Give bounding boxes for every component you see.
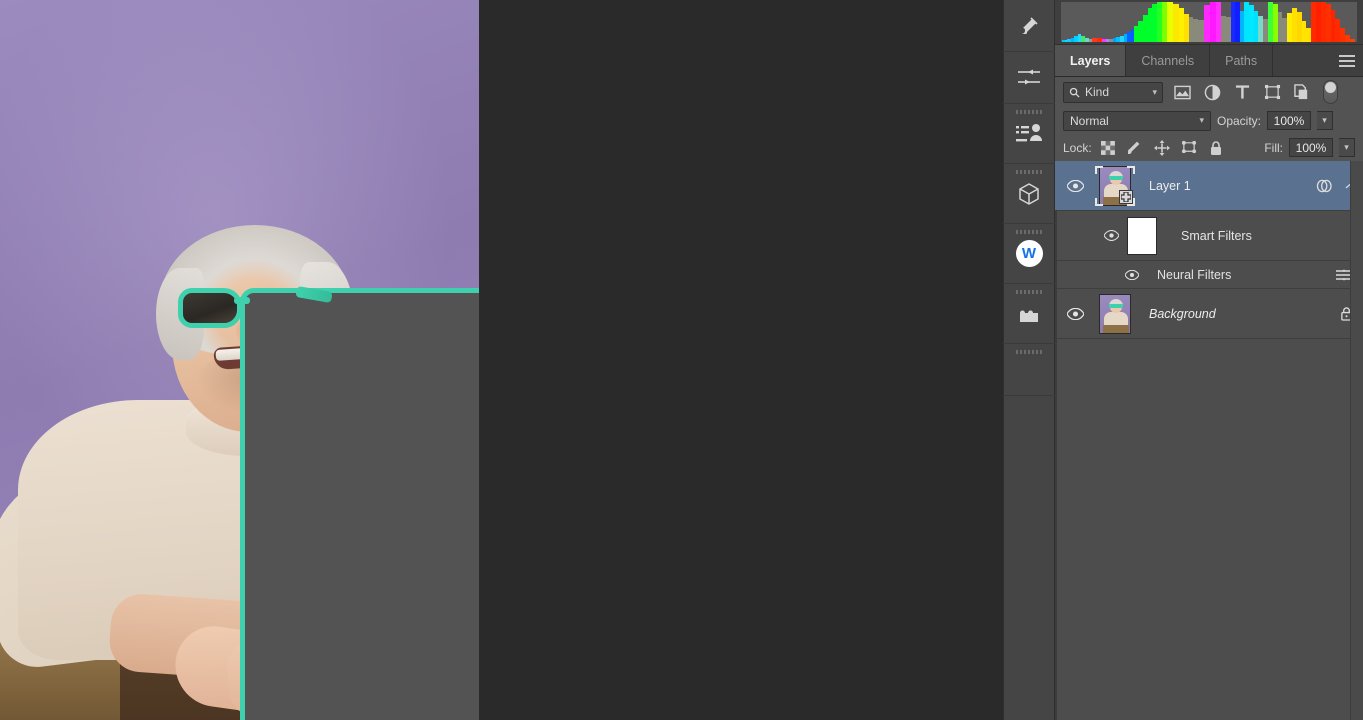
brush-presets-icon [1016,67,1042,89]
photoshop-window: W Layers Channels Paths Kind ▾ Normal ▾ … [0,0,1363,720]
smart-filters-mask-thumbnail[interactable] [1127,216,1157,255]
smart-object-badge-icon [1119,189,1133,204]
layers-list[interactable]: Layer 1 Smart Filters Neural Filters Bac… [1055,161,1363,720]
layer-thumbnail-background[interactable] [1095,293,1135,334]
layer-name-layer-1[interactable]: Layer 1 [1135,179,1311,193]
opacity-stepper-chevron-icon[interactable]: ▾ [1317,111,1334,130]
smart-filters-visibility-toggle[interactable] [1055,230,1127,241]
chevron-down-icon: ▾ [1152,86,1157,97]
canvas-area[interactable] [0,0,1003,720]
opacity-input[interactable]: 100% [1267,111,1312,130]
table-row[interactable]: Layer 1 [1055,161,1363,211]
portrait-figure [0,0,479,720]
sunglasses-left-lens [178,288,242,328]
histogram-bar [1349,38,1355,42]
chevron-down-icon: ▾ [1199,115,1204,125]
blend-mode-value: Normal [1070,113,1109,128]
list-item[interactable]: Neural Filters [1055,261,1363,289]
lock-position-icon[interactable] [1152,137,1173,158]
histogram-panel[interactable] [1055,0,1363,45]
sunglasses-bridge [234,297,250,304]
smart-filters-label: Smart Filters [1181,228,1252,243]
hamburger-menu-icon[interactable] [1339,54,1355,67]
filter-smart-object-icon[interactable] [1291,81,1313,103]
layer-name-background[interactable]: Background [1135,307,1329,321]
filter-kind-select[interactable]: Kind ▾ [1063,81,1163,103]
eye-icon [1066,179,1084,192]
neural-filters-label: Neural Filters [1157,267,1232,282]
sidebar-item-brushes[interactable] [1003,52,1055,104]
sunglasses [178,283,479,720]
sunglasses-right-lens [240,288,479,720]
layers-scrollbar[interactable] [1350,161,1363,720]
neural-filters-visibility-toggle[interactable] [1055,269,1147,280]
table-row[interactable]: Background [1055,289,1363,339]
layer-visibility-toggle-layer-1[interactable] [1055,179,1095,192]
filter-pixel-icon[interactable] [1171,81,1193,103]
eye-icon [1125,269,1139,280]
clone-source-icon [1015,122,1043,146]
layer-filter-row[interactable]: Kind ▾ [1055,77,1363,107]
fill-stepper-chevron-icon[interactable]: ▾ [1339,138,1355,157]
brush-settings-icon [1017,14,1041,38]
filter-type-icon[interactable] [1231,81,1253,103]
blend-mode-row[interactable]: Normal ▾ Opacity: 100% ▾ [1055,107,1363,134]
filter-adjustment-icon[interactable] [1201,81,1223,103]
lock-row[interactable]: Lock: Fill: 100% ▾ [1055,134,1363,161]
blend-mode-select[interactable]: Normal ▾ [1063,110,1211,131]
fill-label: Fill: [1264,140,1283,155]
lock-image-pixels-icon[interactable] [1125,137,1146,158]
opacity-label: Opacity: [1217,113,1262,128]
histogram-graph [1061,2,1357,42]
tab-layers[interactable]: Layers [1055,45,1127,76]
3d-icon [1016,181,1042,207]
sidebar-item-brush-settings[interactable] [1003,0,1055,52]
filter-kind-label: Kind [1085,85,1110,99]
eye-icon [1066,307,1084,320]
lock-artboard-nesting-icon[interactable] [1179,137,1200,158]
sidebar-item-plugins[interactable] [1003,284,1055,344]
filter-enable-toggle[interactable] [1323,80,1338,104]
filter-shape-icon[interactable] [1261,81,1283,103]
layers-left-rail [1055,161,1057,720]
search-icon [1069,87,1080,98]
fill-input[interactable]: 100% [1289,138,1333,157]
wacom-icon: W [1015,240,1043,267]
panel-dock-rail[interactable]: W [1003,0,1055,720]
sidebar-item-wacom[interactable]: W [1003,224,1055,284]
list-item[interactable]: Smart Filters [1055,211,1363,261]
tab-channels[interactable]: Channels [1126,45,1211,76]
plugins-icon [1017,304,1041,324]
layer-visibility-toggle-background[interactable] [1055,307,1095,320]
lock-label: Lock: [1063,140,1092,155]
eye-icon [1104,230,1119,241]
lock-all-icon[interactable] [1206,137,1227,158]
panel-tab-bar[interactable]: Layers Channels Paths [1055,45,1363,77]
sidebar-item-more[interactable] [1003,344,1055,396]
smart-filter-badge-icon[interactable] [1311,179,1337,193]
lock-transparent-pixels-icon[interactable] [1098,137,1119,158]
sidebar-item-clone-source[interactable] [1003,104,1055,164]
sidebar-item-3d[interactable] [1003,164,1055,224]
tab-paths[interactable]: Paths [1210,45,1274,76]
document-image[interactable] [0,0,479,720]
right-panel-group: Layers Channels Paths Kind ▾ Normal ▾ Op… [1055,0,1363,720]
layer-thumbnail-layer-1[interactable] [1095,165,1135,206]
